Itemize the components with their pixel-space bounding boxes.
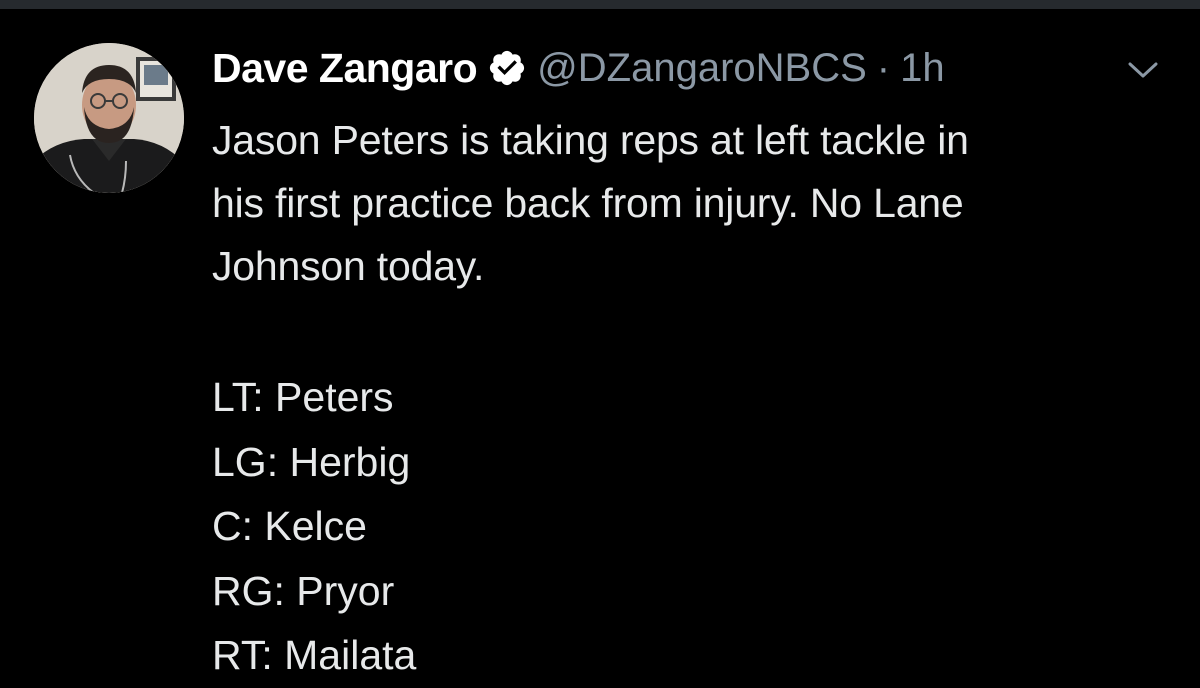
timestamp[interactable]: 1h [900, 46, 945, 91]
top-divider [0, 0, 1200, 9]
separator-dot: · [876, 45, 891, 90]
lineup-item: RT: Mailata [212, 632, 417, 678]
author-display-name[interactable]: Dave Zangaro [212, 45, 478, 92]
chevron-down-icon[interactable] [1126, 58, 1160, 82]
verified-badge-icon [487, 48, 527, 88]
tweet-text-line: Jason Peters is taking reps at left tack… [212, 117, 969, 163]
lineup-item: RG: Pryor [212, 567, 395, 614]
author-handle[interactable]: @DZangaroNBCS [537, 46, 867, 91]
lineup-item: LG: Herbig [212, 438, 411, 485]
lineup-item: C: Kelce [212, 503, 367, 549]
lineup-item: LT: Peters [212, 374, 394, 420]
tweet-text: Jason Peters is taking reps at left tack… [212, 109, 1172, 298]
lineup-list: LT: Peters LG: Herbig C: Kelce RG: Pryor… [212, 365, 416, 688]
avatar-photo [34, 43, 184, 193]
tweet[interactable]: Dave Zangaro @DZangaroNBCS · 1h Jason Pe… [0, 9, 1200, 688]
tweet-text-line: Johnson today. [212, 243, 485, 289]
tweet-header: Dave Zangaro @DZangaroNBCS · 1h [212, 43, 945, 93]
avatar[interactable] [34, 43, 184, 193]
tweet-text-line: his first practice back from injury. No … [212, 180, 964, 226]
